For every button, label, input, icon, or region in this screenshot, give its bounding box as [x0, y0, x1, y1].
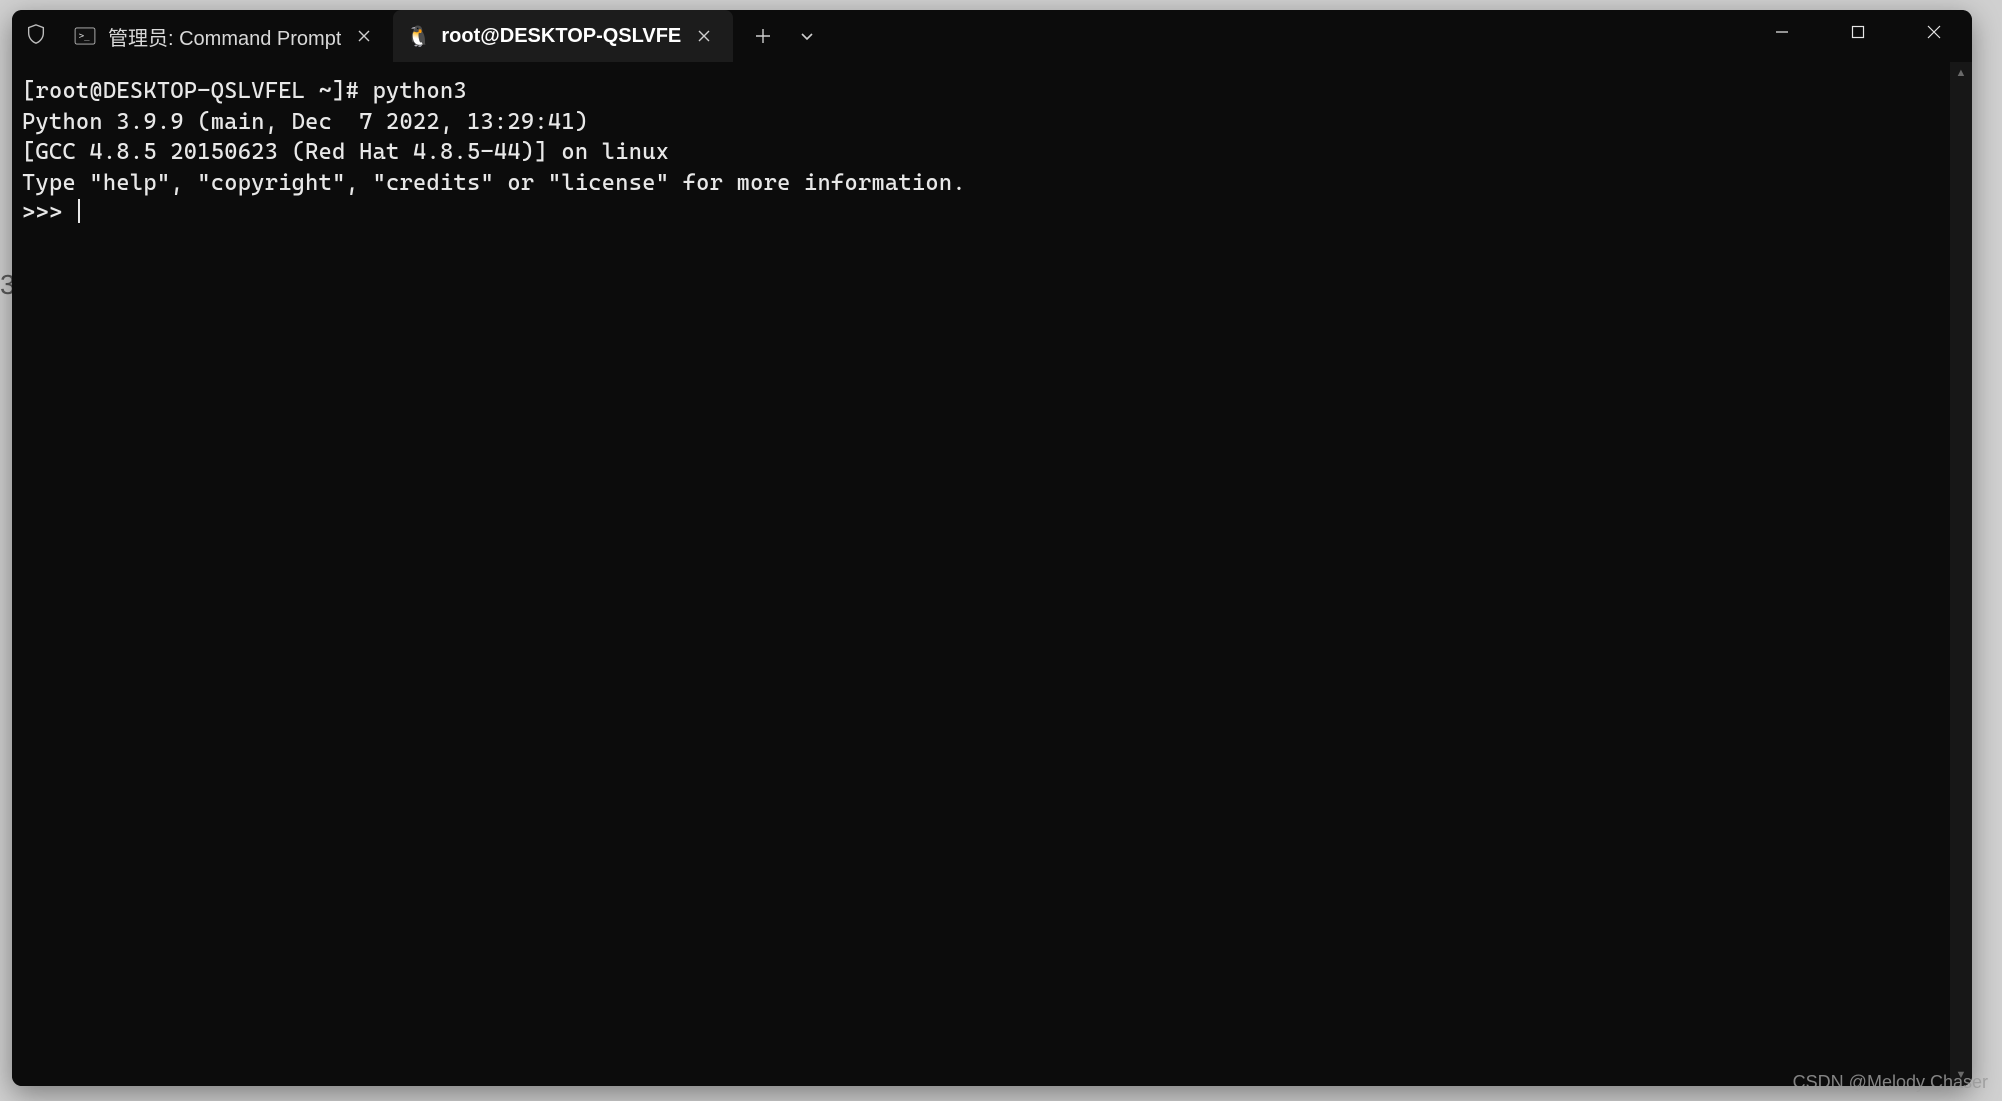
tab-close-button[interactable] [691, 23, 717, 49]
linux-icon: 🐧 [407, 25, 429, 47]
terminal-window: >_ 管理员: Command Prompt 🐧 root@DESKTOP-QS… [12, 10, 1972, 1086]
tab-dropdown-button[interactable] [785, 14, 829, 58]
new-tab-button[interactable] [741, 14, 785, 58]
tab-label: 管理员: Command Prompt [108, 22, 341, 51]
shield-icon [25, 23, 47, 50]
tab-close-button[interactable] [351, 23, 377, 49]
cmd-icon: >_ [74, 25, 96, 47]
tab-command-prompt[interactable]: >_ 管理员: Command Prompt [60, 10, 393, 62]
maximize-button[interactable] [1820, 10, 1896, 54]
text-cursor [78, 199, 80, 223]
scroll-up-icon[interactable]: ▲ [1950, 62, 1972, 84]
terminal-body: [root@DESKTOP-QSLVFEL ~]# python3 Python… [12, 62, 1972, 1086]
new-tab-area [733, 10, 829, 62]
watermark-text: CSDN @Melody Chaser [1793, 1072, 1988, 1093]
terminal-line: [GCC 4.8.5 20150623 (Red Hat 4.8.5-44)] … [22, 139, 669, 165]
minimize-button[interactable] [1744, 10, 1820, 54]
titlebar: >_ 管理员: Command Prompt 🐧 root@DESKTOP-QS… [12, 10, 1972, 62]
close-button[interactable] [1896, 10, 1972, 54]
terminal-line: Python 3.9.9 (main, Dec 7 2022, 13:29:41… [22, 109, 588, 135]
tab-label: root@DESKTOP-QSLVFE [441, 25, 681, 48]
svg-text:>_: >_ [79, 32, 90, 42]
shield-icon-wrap [12, 10, 60, 62]
terminal-line: Type "help", "copyright", "credits" or "… [22, 170, 966, 196]
terminal-line: [root@DESKTOP-QSLVFEL ~]# python3 [22, 78, 467, 104]
tab-linux-root[interactable]: 🐧 root@DESKTOP-QSLVFE [393, 10, 733, 62]
window-controls [1744, 10, 1972, 54]
vertical-scrollbar[interactable]: ▲ ▼ [1950, 62, 1972, 1086]
terminal-prompt: >>> [22, 200, 76, 226]
terminal-output[interactable]: [root@DESKTOP-QSLVFEL ~]# python3 Python… [12, 62, 1950, 1086]
